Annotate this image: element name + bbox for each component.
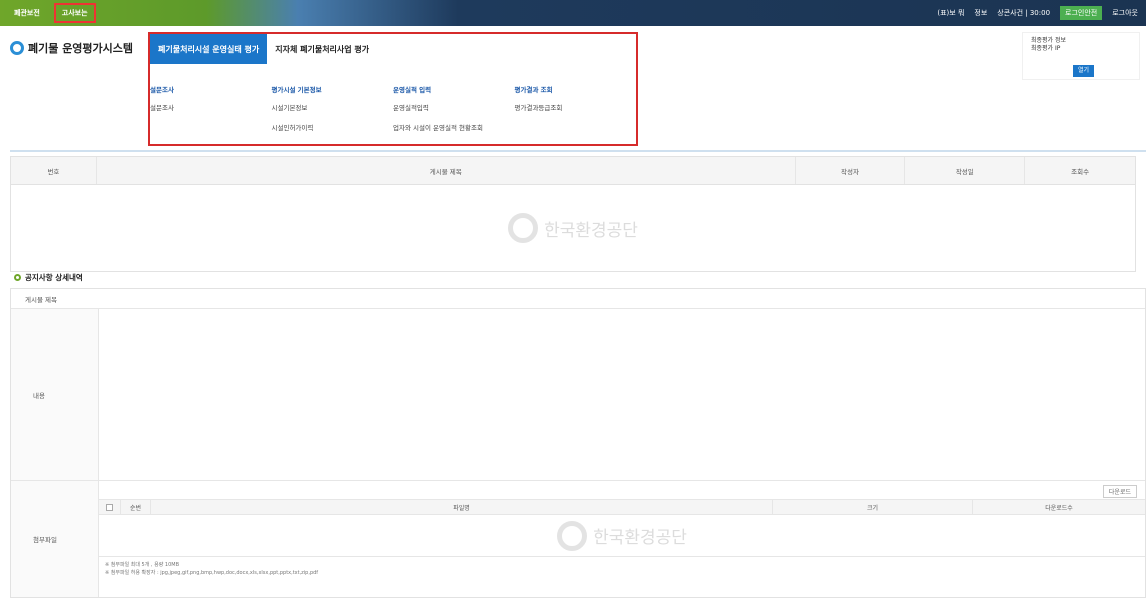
menu-tab-local-eval[interactable]: 지자체 폐기물처리사업 평가 xyxy=(267,34,377,64)
watermark-icon-2 xyxy=(557,520,588,551)
watermark-text: 한국환경공단 xyxy=(544,220,638,241)
table-empty-body: 한국환경공단 xyxy=(11,185,1135,271)
col-file-size: 크기 xyxy=(773,500,973,514)
col-number: 번호 xyxy=(11,157,97,184)
col-file-seq: 순번 xyxy=(121,500,151,514)
col-date: 작성일 xyxy=(905,157,1026,184)
login-info-box: 최종평가 정보 최종평가 IP 열기 xyxy=(1022,32,1140,80)
select-all-cell xyxy=(99,500,121,514)
col-author: 작성자 xyxy=(796,157,906,184)
menu-performance-input[interactable]: 운영실적입력 xyxy=(393,102,515,112)
logo-text: 폐기물 운영평가시스템 xyxy=(28,42,134,55)
top-user[interactable]: (표)보 뭐 xyxy=(937,8,964,18)
files-body: 다운로드 순번 파일명 크기 다운로드수 한국환경공단 ※ 첨부파일 최대 5개… xyxy=(99,481,1145,597)
divider xyxy=(10,150,1146,152)
top-bar: 폐관보전 고사보는 (표)보 뭐 정보 상콘사건 | 30:00 로그인안전 로… xyxy=(0,0,1146,26)
notice-detail: 게시물 제목 내용 첨부파일 다운로드 순번 파일명 크기 다운로드수 한국환경… xyxy=(10,288,1146,598)
menu-result-title[interactable]: 평가결과 조회 xyxy=(515,84,637,94)
file-note-1: ※ 첨부파일 최대 5개 , 용량 10MB xyxy=(105,562,180,568)
top-session: 상콘사건 | 30:00 xyxy=(997,9,1051,17)
watermark-text-2: 한국환경공단 xyxy=(593,528,687,548)
section-title-text: 공지사항 상세내역 xyxy=(25,273,83,282)
login-extend-button[interactable]: 로그인안전 xyxy=(1060,6,1103,20)
top-link-home[interactable]: 폐관보전 xyxy=(8,5,46,21)
col-file-downloads: 다운로드수 xyxy=(1045,504,1073,512)
col-title: 게시물 제목 xyxy=(97,157,796,184)
menu-result-grade[interactable]: 평가결과등급조회 xyxy=(515,102,637,112)
login-info-button[interactable]: 열기 xyxy=(1073,65,1095,78)
col-views: 조회수 xyxy=(1071,167,1090,176)
files-label: 첨부파일 xyxy=(11,481,99,597)
col-file-name: 파일명 xyxy=(151,500,773,514)
menu-performance-status[interactable]: 업자와 시설이 운영실적 현황조회 xyxy=(393,122,515,132)
file-note-2: ※ 첨부파일 허용 확장자 : jpg,jpeg,gif,png,bmp,hwp… xyxy=(105,570,319,576)
files-row: 첨부파일 다운로드 순번 파일명 크기 다운로드수 한국환경공단 ※ 첨부파일 … xyxy=(11,481,1145,597)
bullet-icon xyxy=(14,274,21,281)
mega-menu: 폐기물처리시설 운영실태 평가 지자체 폐기물처리사업 평가 설문조사 설문조사… xyxy=(148,32,638,146)
file-table-header: 순번 파일명 크기 다운로드수 xyxy=(99,499,1145,515)
file-notes: ※ 첨부파일 최대 5개 , 용량 10MB ※ 첨부파일 허용 확장자 : j… xyxy=(105,561,318,577)
watermark-logo-2: 한국환경공단 xyxy=(557,520,687,551)
menu-facility-info-title[interactable]: 평가시설 기본정보 xyxy=(272,84,394,94)
top-link-active[interactable]: 고사보는 xyxy=(53,3,96,23)
download-button[interactable]: 다운로드 xyxy=(1102,485,1137,498)
menu-facility-basic[interactable]: 시설기본정보 xyxy=(272,102,394,112)
top-info[interactable]: 정보 xyxy=(974,8,987,18)
menu-survey-item[interactable]: 설문조사 xyxy=(150,102,272,112)
site-logo[interactable]: 폐기물 운영평가시스템 xyxy=(10,40,133,56)
menu-tab-facility-eval[interactable]: 폐기물처리시설 운영실태 평가 xyxy=(150,34,268,64)
notice-list-table: 번호 게시물 제목 작성자 작성일 조회수 한국환경공단 xyxy=(10,156,1136,272)
content-label: 내용 xyxy=(11,309,99,480)
title-label: 게시물 제목 xyxy=(25,295,57,304)
watermark-icon xyxy=(508,213,539,243)
title-row: 게시물 제목 xyxy=(11,289,1145,309)
select-all-checkbox[interactable] xyxy=(106,503,113,511)
logo-icon xyxy=(10,41,24,55)
file-table-body: 한국환경공단 xyxy=(99,515,1145,557)
content-row: 내용 xyxy=(11,309,1145,481)
menu-survey-title[interactable]: 설문조사 xyxy=(150,84,272,94)
login-ip-line: 최종평가 IP xyxy=(1031,45,1061,53)
content-body xyxy=(99,309,1145,480)
menu-facility-permit[interactable]: 시설인허가이력 xyxy=(272,122,394,132)
menu-performance-title[interactable]: 운영실적 입력 xyxy=(393,84,515,94)
watermark-logo: 한국환경공단 xyxy=(508,213,638,243)
logout-button[interactable]: 로그아웃 xyxy=(1112,8,1138,18)
section-title: 공지사항 상세내역 xyxy=(14,272,83,283)
